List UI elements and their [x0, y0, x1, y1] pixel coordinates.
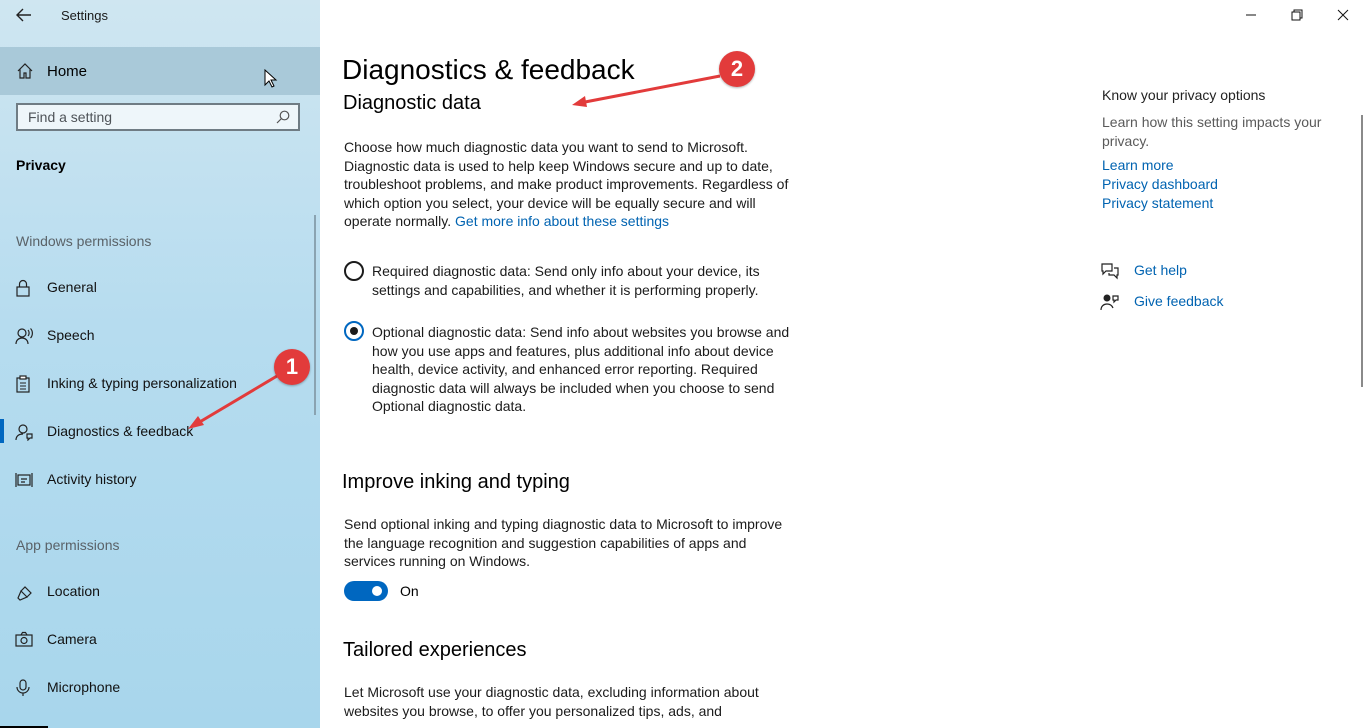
annotation-arrows [188, 74, 721, 429]
annotation-arrow-2 [572, 74, 721, 107]
annotation-arrow-1 [188, 374, 278, 429]
annotation-badge-2: 2 [719, 51, 755, 87]
annotation-badge-1: 1 [274, 349, 310, 385]
